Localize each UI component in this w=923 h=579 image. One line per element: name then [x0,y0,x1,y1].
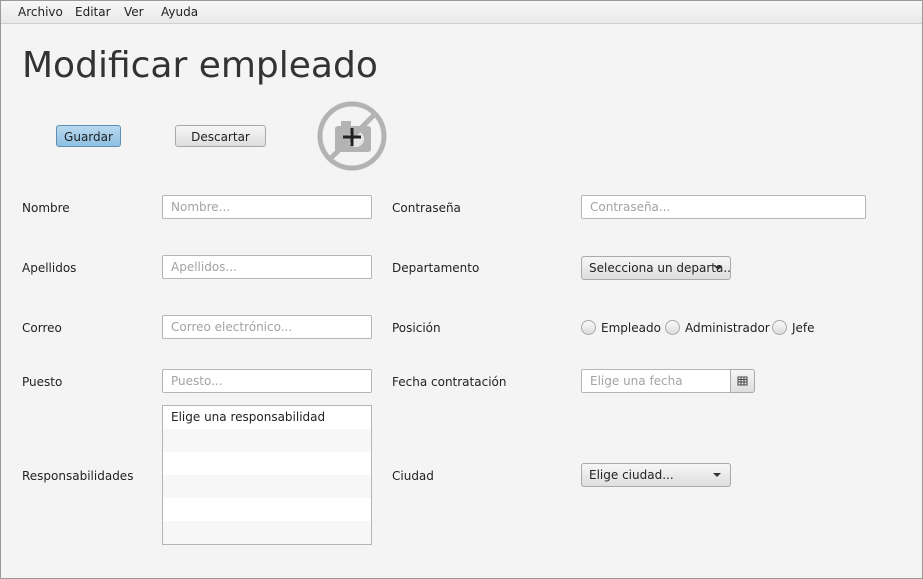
departamento-label: Departamento [392,261,480,275]
puesto-input[interactable] [162,369,372,393]
fecha-label: Fecha contratación [392,375,507,389]
page-title: Modificar empleado [22,45,378,86]
responsabilidades-list[interactable]: Elige una responsabilidad [162,405,372,545]
radio-label: Jefe [792,321,815,335]
apellidos-label: Apellidos [22,261,77,275]
radio-circle[interactable] [665,320,680,335]
departamento-select[interactable]: Selecciona un departa... [581,256,731,280]
date-picker-button[interactable] [730,369,755,393]
radio-circle[interactable] [772,320,787,335]
menu-ayuda[interactable]: Ayuda [161,5,198,19]
list-item[interactable] [163,498,371,521]
contrasena-input[interactable] [581,195,866,219]
list-item[interactable] [163,429,371,452]
calendar-icon [737,376,748,386]
correo-label: Correo [22,321,62,335]
radio-label: Empleado [601,321,661,335]
app-window: Archivo Editar Ver Ayuda Modificar emple… [0,0,923,579]
posicion-label: Posición [392,321,441,335]
list-item[interactable] [163,521,371,544]
menu-ver[interactable]: Ver [124,5,144,19]
discard-button[interactable]: Descartar [175,125,266,147]
radio-circle[interactable] [581,320,596,335]
list-item[interactable]: Elige una responsabilidad [163,406,371,429]
nombre-input[interactable] [162,195,372,219]
contrasena-label: Contraseña [392,201,461,215]
no-photo-add-icon[interactable] [316,100,388,172]
radio-label: Administrador [685,321,770,335]
nombre-label: Nombre [22,201,70,215]
menu-archivo[interactable]: Archivo [18,5,63,19]
correo-input[interactable] [162,315,372,339]
departamento-value: Selecciona un departa... [589,261,731,275]
ciudad-select[interactable]: Elige ciudad... [581,463,731,487]
fecha-input[interactable] [581,369,731,393]
ciudad-value: Elige ciudad... [589,468,674,482]
chevron-down-icon [714,266,722,270]
menu-editar[interactable]: Editar [75,5,111,19]
responsabilidades-label: Responsabilidades [22,469,134,483]
save-button[interactable]: Guardar [56,125,121,147]
menu-bar: Archivo Editar Ver Ayuda [1,1,922,24]
chevron-down-icon [713,473,721,477]
apellidos-input[interactable] [162,255,372,279]
ciudad-label: Ciudad [392,469,434,483]
puesto-label: Puesto [22,375,63,389]
list-item[interactable] [163,475,371,498]
list-item[interactable] [163,452,371,475]
